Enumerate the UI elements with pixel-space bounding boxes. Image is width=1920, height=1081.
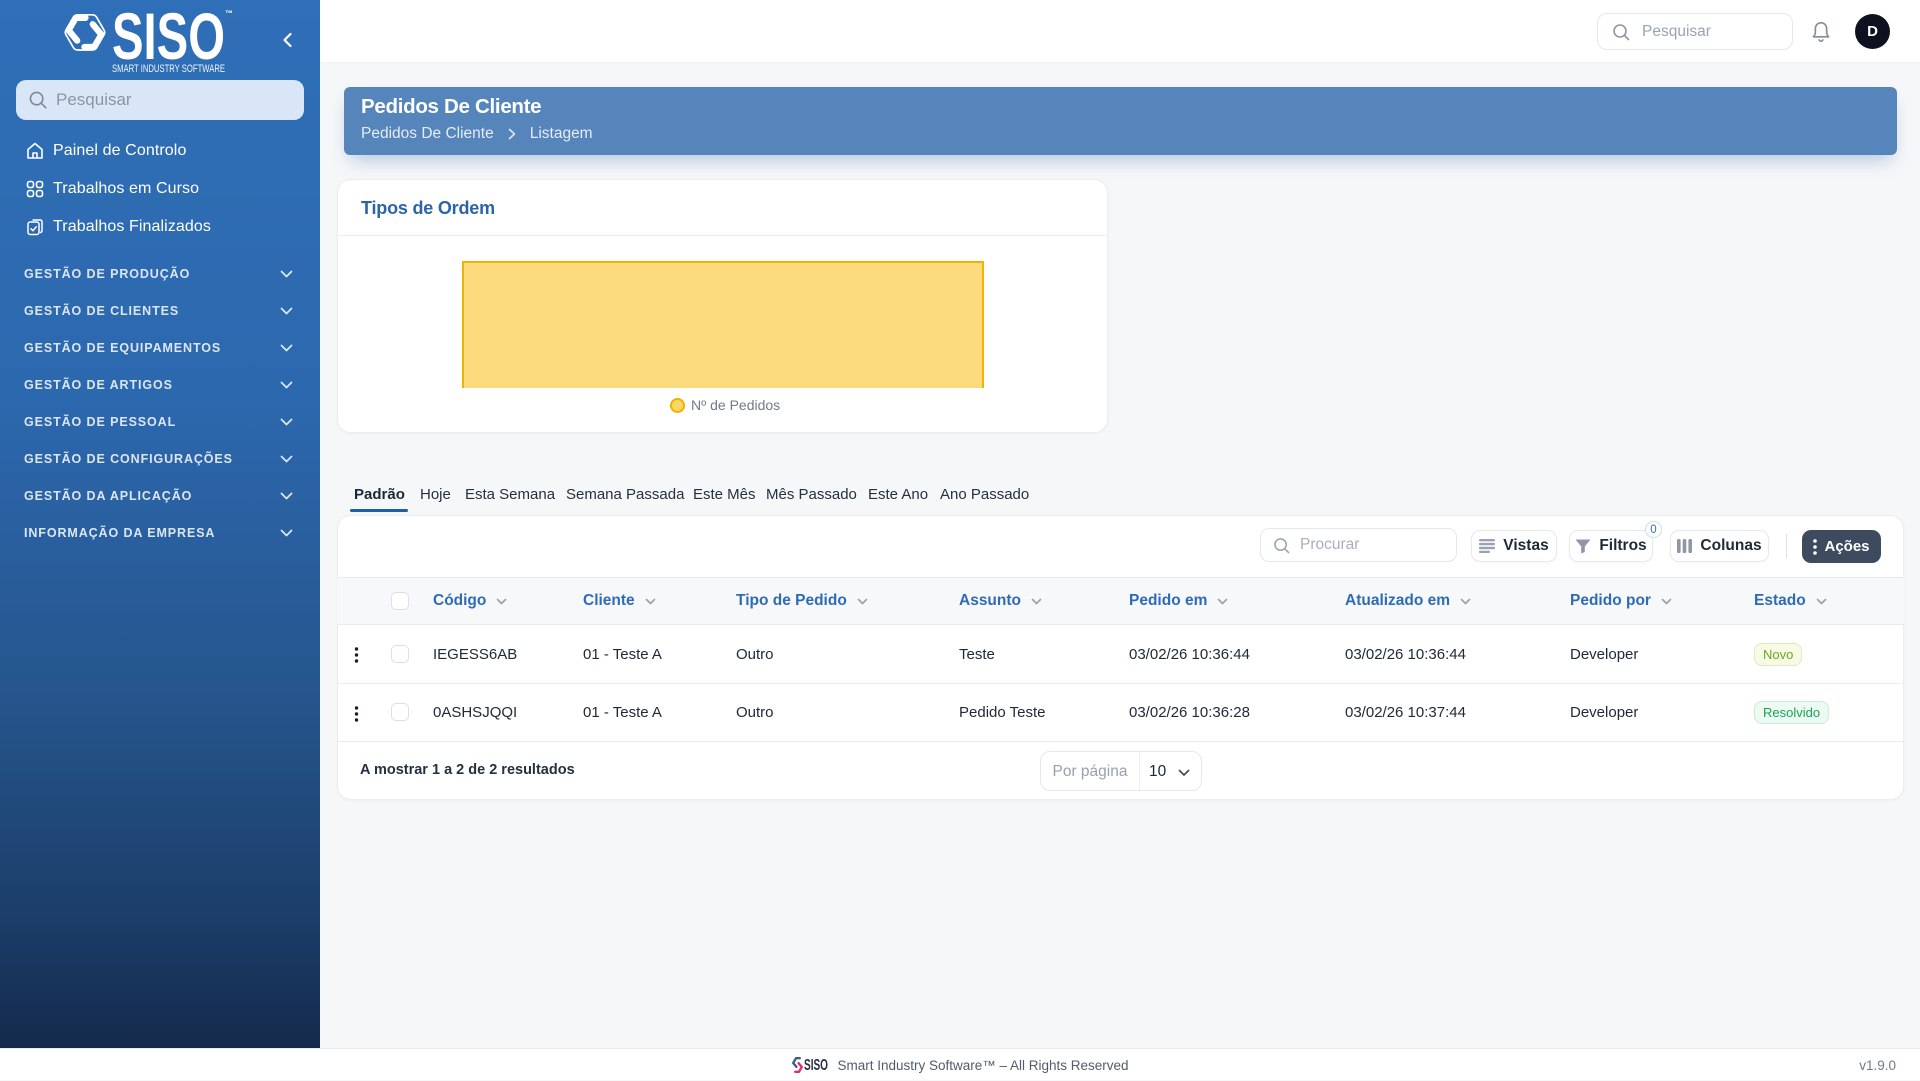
svg-text:SISO: SISO xyxy=(804,1057,828,1074)
svg-text:™: ™ xyxy=(225,9,232,18)
svg-text:SMART INDUSTRY SOFTWARE: SMART INDUSTRY SOFTWARE xyxy=(112,63,225,75)
